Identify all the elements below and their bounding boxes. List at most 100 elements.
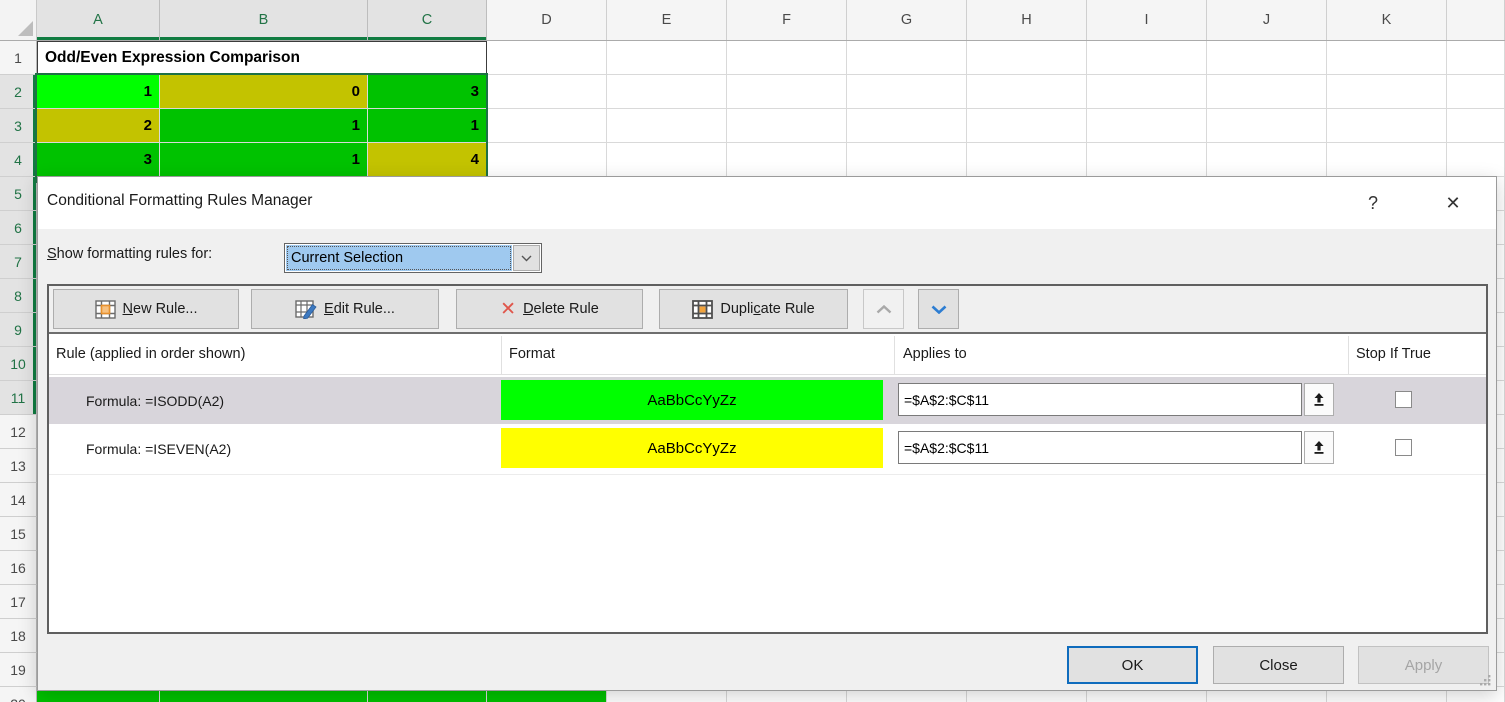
grid-cell[interactable]	[487, 109, 607, 143]
grid-cell[interactable]	[727, 75, 847, 109]
grid-cell[interactable]	[1207, 75, 1327, 109]
range-picker-button[interactable]	[1304, 431, 1334, 464]
column-header-F[interactable]: F	[727, 0, 847, 40]
grid-cell[interactable]	[727, 143, 847, 177]
column-header-I[interactable]: I	[1087, 0, 1207, 40]
applies-to-input[interactable]	[898, 431, 1302, 464]
cell-C3[interactable]: 1	[368, 109, 487, 143]
help-icon[interactable]: ?	[1358, 188, 1388, 218]
grid-cell[interactable]	[967, 75, 1087, 109]
row-header-15[interactable]: 15	[0, 517, 37, 551]
new-rule-button[interactable]: New Rule...	[53, 289, 239, 329]
cell-C4[interactable]: 4	[368, 143, 487, 177]
grid-cell[interactable]	[1447, 143, 1505, 177]
grid-cell[interactable]	[1207, 143, 1327, 177]
grid-cell[interactable]	[967, 41, 1087, 75]
grid-cell[interactable]	[1087, 41, 1207, 75]
cell-B2[interactable]: 0	[160, 75, 368, 109]
row-header-8[interactable]: 8	[0, 279, 37, 313]
show-rules-dropdown[interactable]: Current Selection	[284, 243, 542, 273]
grid-cell[interactable]	[1327, 75, 1447, 109]
rule-row-2[interactable]: Formula: =ISEVEN(A2)AaBbCcYyZz	[49, 425, 1486, 472]
close-icon[interactable]: ✕	[1438, 188, 1468, 218]
grid-cell[interactable]	[607, 109, 727, 143]
row-header-12[interactable]: 12	[0, 415, 37, 449]
row-header-19[interactable]: 19	[0, 653, 37, 687]
row-header-4[interactable]: 4	[0, 143, 37, 177]
cell-B3[interactable]: 1	[160, 109, 368, 143]
grid-cell[interactable]	[967, 109, 1087, 143]
grid-cell[interactable]	[607, 75, 727, 109]
cell-A2[interactable]: 1	[37, 75, 160, 109]
duplicate-rule-button[interactable]: Duplicate Rule	[659, 289, 848, 329]
grid-cell[interactable]	[1087, 75, 1207, 109]
cell-title-A1[interactable]: Odd/Even Expression Comparison	[37, 41, 487, 75]
row-header-14[interactable]: 14	[0, 483, 37, 517]
grid-cell[interactable]	[847, 109, 967, 143]
grid-cell[interactable]	[727, 41, 847, 75]
grid-cell[interactable]	[847, 75, 967, 109]
column-header-C[interactable]: C	[368, 0, 487, 40]
column-header-D[interactable]: D	[487, 0, 607, 40]
cell-C2[interactable]: 3	[368, 75, 487, 109]
stop-if-true-checkbox[interactable]	[1395, 439, 1412, 456]
column-header-B[interactable]: B	[160, 0, 368, 40]
row-header-10[interactable]: 10	[0, 347, 37, 381]
grid-cell[interactable]	[847, 143, 967, 177]
grid-cell[interactable]	[967, 143, 1087, 177]
apply-button[interactable]: Apply	[1358, 646, 1489, 684]
grid-cell[interactable]	[487, 75, 607, 109]
cell-A3[interactable]: 2	[37, 109, 160, 143]
ok-button[interactable]: OK	[1067, 646, 1198, 684]
resize-grip[interactable]	[1479, 674, 1492, 687]
column-header-J[interactable]: J	[1207, 0, 1327, 40]
edit-rule-button[interactable]: Edit Rule...	[251, 289, 439, 329]
select-all-corner[interactable]	[0, 0, 37, 40]
grid-cell[interactable]	[727, 109, 847, 143]
range-picker-button[interactable]	[1304, 383, 1334, 416]
dropdown-arrow-button[interactable]	[513, 245, 540, 271]
row-header-1[interactable]: 1	[0, 41, 37, 75]
column-header-G[interactable]: G	[847, 0, 967, 40]
row-header-5[interactable]: 5	[0, 177, 37, 211]
row-header-6[interactable]: 6	[0, 211, 37, 245]
row-header-9[interactable]: 9	[0, 313, 37, 347]
cell-B4[interactable]: 1	[160, 143, 368, 177]
grid-cell[interactable]	[1327, 41, 1447, 75]
grid-cell[interactable]	[1087, 143, 1207, 177]
grid-cell[interactable]	[1327, 109, 1447, 143]
grid-cell[interactable]	[1207, 41, 1327, 75]
column-header-partial[interactable]	[1447, 0, 1505, 40]
grid-cell[interactable]	[607, 143, 727, 177]
grid-cell[interactable]	[1447, 75, 1505, 109]
grid-cell[interactable]	[1207, 109, 1327, 143]
applies-to-input[interactable]	[898, 383, 1302, 416]
close-button[interactable]: Close	[1213, 646, 1344, 684]
column-header-H[interactable]: H	[967, 0, 1087, 40]
grid-cell[interactable]	[487, 41, 607, 75]
column-header-K[interactable]: K	[1327, 0, 1447, 40]
row-header-18[interactable]: 18	[0, 619, 37, 653]
cell-A4[interactable]: 3	[37, 143, 160, 177]
row-header-3[interactable]: 3	[0, 109, 37, 143]
row-header-13[interactable]: 13	[0, 449, 37, 483]
grid-cell[interactable]	[1447, 41, 1505, 75]
row-header-7[interactable]: 7	[0, 245, 37, 279]
delete-rule-button[interactable]: ✕ Delete Rule	[456, 289, 643, 329]
column-header-A[interactable]: A	[37, 0, 160, 40]
row-header-11[interactable]: 11	[0, 381, 37, 415]
dialog-titlebar[interactable]: Conditional Formatting Rules Manager ? ✕	[38, 177, 1496, 229]
row-header-2[interactable]: 2	[0, 75, 37, 109]
grid-cell[interactable]	[487, 143, 607, 177]
grid-cell[interactable]	[607, 41, 727, 75]
stop-if-true-checkbox[interactable]	[1395, 391, 1412, 408]
row-header-17[interactable]: 17	[0, 585, 37, 619]
row-header-20[interactable]: 20	[0, 687, 37, 702]
row-header-16[interactable]: 16	[0, 551, 37, 585]
grid-cell[interactable]	[1327, 143, 1447, 177]
column-header-E[interactable]: E	[607, 0, 727, 40]
grid-cell[interactable]	[847, 41, 967, 75]
grid-cell[interactable]	[1447, 109, 1505, 143]
move-rule-up-button[interactable]	[863, 289, 904, 329]
move-rule-down-button[interactable]	[918, 289, 959, 329]
